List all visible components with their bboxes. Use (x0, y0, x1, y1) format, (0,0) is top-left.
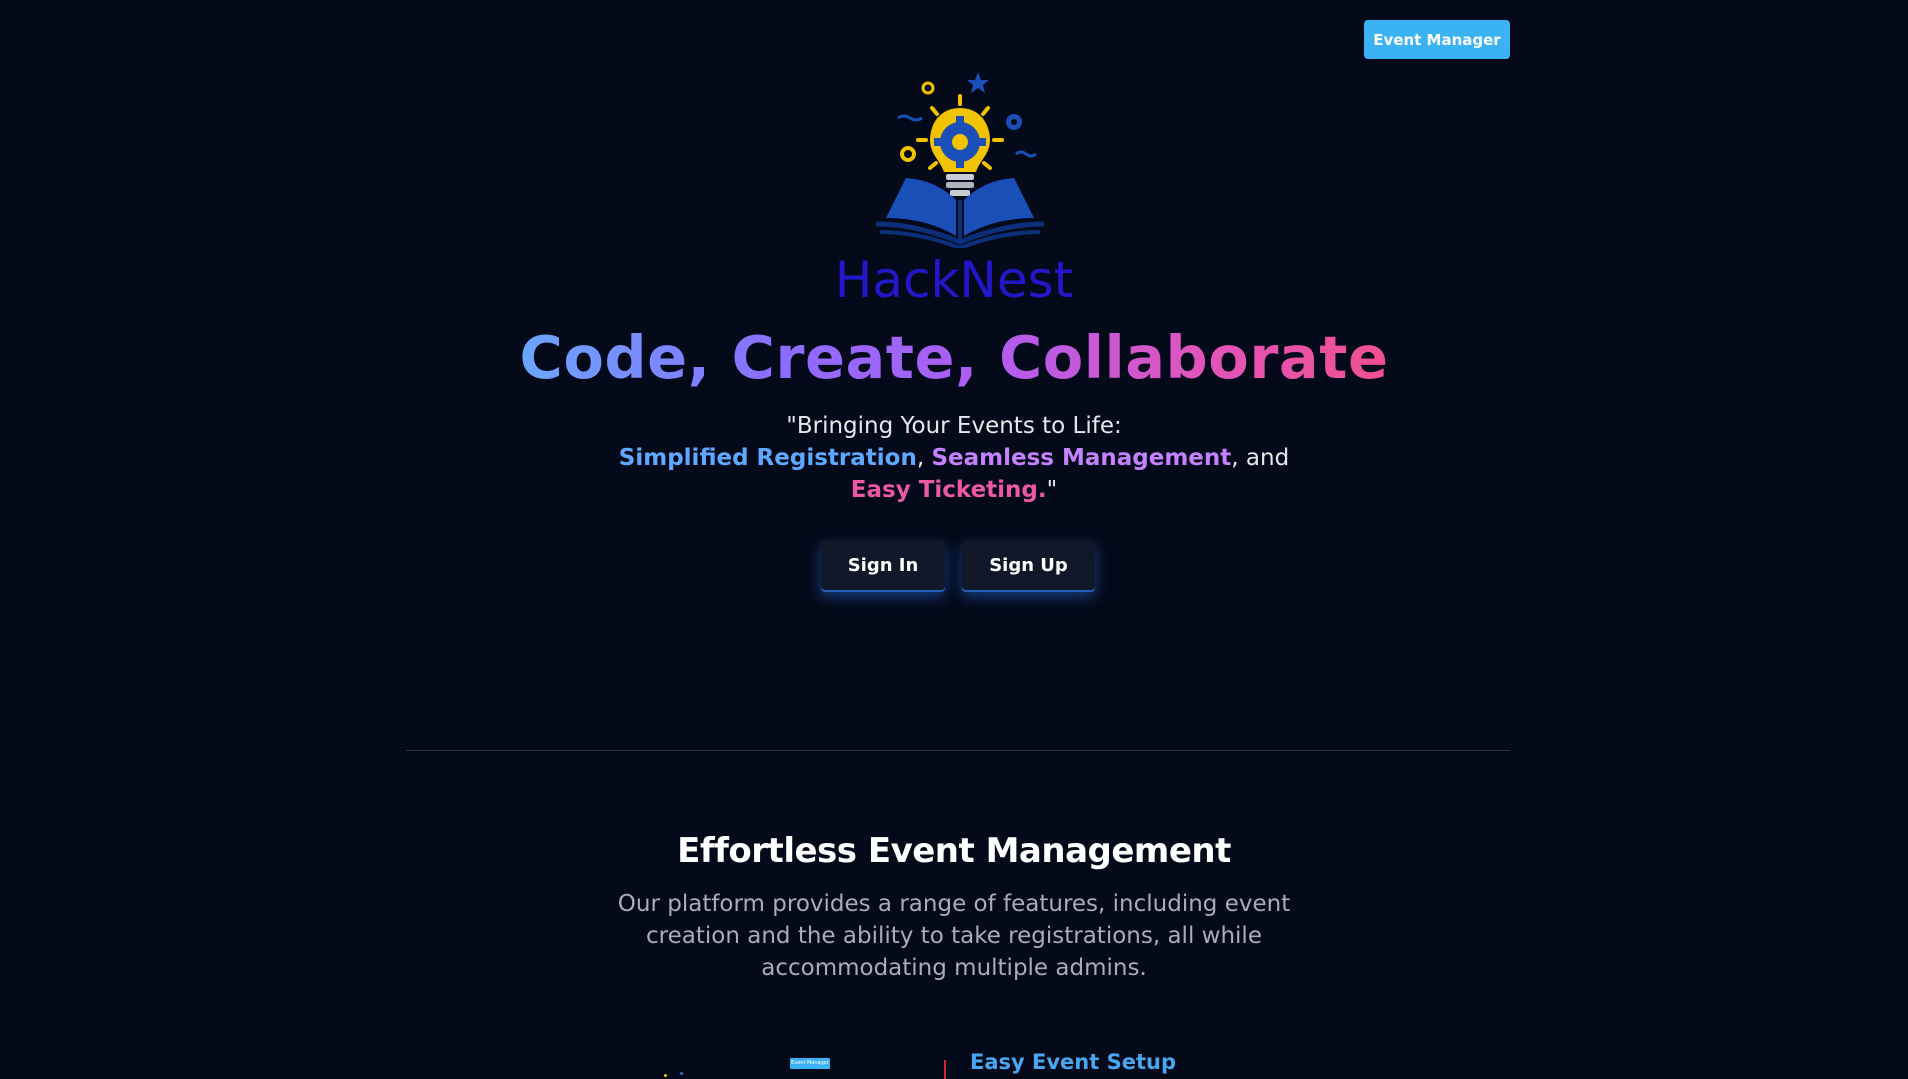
tagline-separator-1: , (916, 445, 925, 471)
landing-page: Event Manager HackNest Code, Create, Col… (0, 0, 1908, 1079)
tagline-separator-2: , and (1231, 445, 1290, 471)
highlight-registration: Simplified Registration (618, 445, 917, 471)
feature-accent-line (944, 1060, 946, 1079)
brand-name: HackNest (834, 251, 1074, 309)
features-section-title: Effortless Event Management (677, 831, 1231, 871)
features-section-description: Our platform provides a range of feature… (617, 891, 1291, 981)
feature-title-easy-setup: Easy Event Setup (970, 1050, 1176, 1074)
hero-title-text: Code, Create, Collaborate (519, 323, 1389, 392)
preview-logo-dot (680, 1072, 683, 1075)
highlight-ticketing: Easy Ticketing. (850, 477, 1047, 503)
sign-in-button[interactable]: Sign In (821, 540, 945, 590)
tagline-end-quote: " (1046, 477, 1058, 503)
hero-title: Code, Create, Collaborate (0, 322, 1908, 394)
lightbulb-book-logo (866, 68, 1054, 251)
tagline-intro: "Bringing Your Events to Life: (786, 413, 1122, 439)
sign-up-button[interactable]: Sign Up (962, 540, 1095, 590)
preview-event-manager-badge: Event Manager (790, 1058, 830, 1069)
highlight-management: Seamless Management (931, 445, 1232, 471)
event-manager-button[interactable]: Event Manager (1364, 20, 1510, 59)
section-divider (406, 750, 1510, 751)
preview-logo-dot (664, 1074, 667, 1077)
hero-tagline: "Bringing Your Events to Life: Simplifie… (604, 410, 1304, 506)
